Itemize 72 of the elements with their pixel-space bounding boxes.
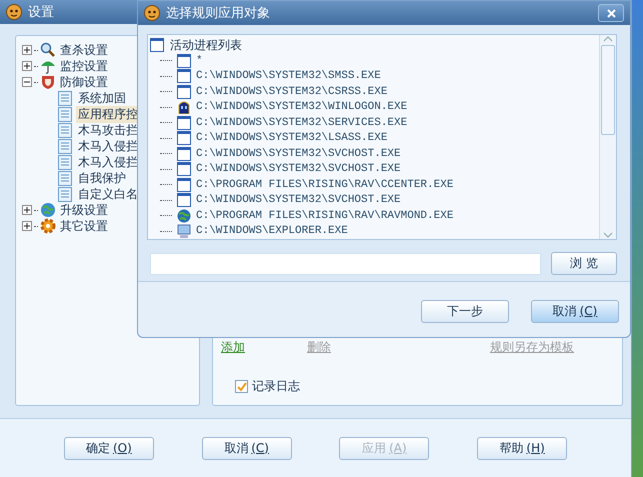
window-icon: [150, 38, 164, 52]
tree-item[interactable]: 木马攻击拦: [76, 122, 140, 138]
dialog-button[interactable]: 帮助 (H): [477, 436, 568, 460]
dialog-button[interactable]: 取消 (C): [531, 300, 619, 323]
document-icon: [58, 170, 72, 186]
close-button[interactable]: [598, 4, 624, 22]
checkbox[interactable]: [235, 380, 248, 393]
path-input-field[interactable]: [150, 252, 541, 274]
document-icon: [58, 138, 72, 154]
globe-icon: [40, 202, 56, 218]
process-path[interactable]: C:\WINDOWS\SYSTEM32\SVCHOST.EXE: [196, 148, 401, 160]
tree-item[interactable]: 查杀设置: [58, 42, 110, 58]
tree-item[interactable]: 自我保护: [76, 170, 128, 186]
expand-toggle[interactable]: [22, 61, 32, 71]
action-link[interactable]: 添加: [221, 339, 245, 356]
tree-item[interactable]: 监控设置: [58, 58, 110, 74]
process-path[interactable]: C:\WINDOWS\SYSTEM32\WINLOGON.EXE: [196, 101, 408, 114]
process-path[interactable]: C:\WINDOWS\SYSTEM32\SMSS.EXE: [196, 70, 381, 82]
scrollbar[interactable]: [599, 35, 616, 239]
checkbox-label: 记录日志: [252, 378, 300, 395]
close-icon: [606, 8, 616, 18]
process-path[interactable]: C:\WINDOWS\SYSTEM32\LSASS.EXE: [196, 132, 388, 144]
expand-toggle[interactable]: [22, 221, 32, 231]
process-path[interactable]: *: [196, 54, 203, 67]
window-icon: [177, 178, 191, 192]
scroll-up-icon[interactable]: [603, 35, 613, 43]
document-icon: [58, 186, 72, 202]
window-icon: [177, 54, 191, 68]
tree-item[interactable]: 防御设置: [58, 74, 110, 90]
dialog-button[interactable]: 确定 (O): [64, 436, 154, 460]
tree-item[interactable]: 升级设置: [58, 202, 110, 218]
scroll-down-icon[interactable]: [603, 231, 613, 239]
tree-item[interactable]: 木马入侵拦: [76, 138, 140, 154]
computer-icon: [177, 224, 191, 238]
tree-item[interactable]: 自定义白名: [76, 186, 140, 202]
window-icon: [177, 116, 191, 130]
gear-icon: [40, 218, 56, 234]
dialog-button[interactable]: 下一步: [421, 300, 509, 323]
browse-button[interactable]: 浏 览: [551, 252, 617, 275]
dialog-button[interactable]: 取消 (C): [202, 436, 292, 460]
tree-item[interactable]: 应用程序控: [76, 106, 140, 122]
window-icon: [177, 84, 191, 99]
tree-item[interactable]: 木马入侵拦: [76, 154, 140, 170]
collapse-toggle[interactable]: [22, 77, 32, 87]
globe-icon: [177, 208, 191, 223]
document-icon: [58, 106, 72, 122]
checkmark-icon: [236, 382, 246, 392]
document-icon: [58, 154, 72, 170]
expand-toggle[interactable]: [22, 205, 32, 215]
window-icon: [177, 131, 191, 146]
dialog-title: 选择规则应用对象: [166, 5, 270, 22]
window-icon: [177, 146, 191, 161]
tree-item[interactable]: 其它设置: [58, 218, 110, 234]
document-icon: [58, 122, 72, 138]
magnifier-icon: [40, 42, 56, 58]
process-path[interactable]: C:\WINDOWS\EXPLORER.EXE: [196, 225, 348, 238]
process-path[interactable]: C:\PROGRAM FILES\RISING\RAV\RAVMOND.EXE: [196, 210, 454, 222]
door-icon: [177, 100, 191, 114]
process-path[interactable]: C:\WINDOWS\SYSTEM32\CSRSS.EXE: [196, 86, 388, 98]
process-path[interactable]: C:\WINDOWS\SYSTEM32\SERVICES.EXE: [196, 116, 408, 129]
list-root-label[interactable]: 活动进程列表: [170, 36, 242, 54]
shield-icon: [40, 74, 56, 90]
process-path[interactable]: C:\WINDOWS\SYSTEM32\SVCHOST.EXE: [196, 194, 401, 206]
window-icon: [177, 162, 191, 176]
window-icon: [177, 193, 191, 208]
window-title: 设置: [28, 4, 54, 21]
process-path[interactable]: C:\WINDOWS\SYSTEM32\SVCHOST.EXE: [196, 163, 401, 176]
document-icon: [58, 90, 72, 106]
expand-toggle[interactable]: [22, 45, 32, 55]
process-path[interactable]: C:\PROGRAM FILES\RISING\RAV\CCENTER.EXE: [196, 178, 454, 191]
window-icon: [177, 69, 191, 84]
tree-item[interactable]: 系统加固: [76, 90, 128, 106]
